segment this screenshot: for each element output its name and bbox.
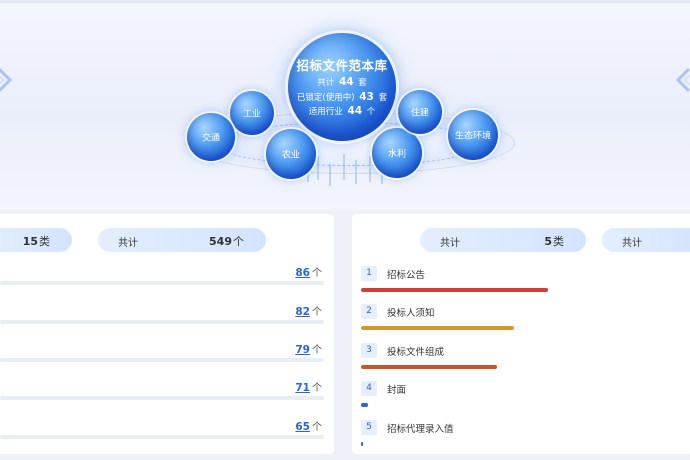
- row-name: 投标人须知: [387, 308, 435, 319]
- row-index: 5: [361, 420, 377, 435]
- progress-bar: [361, 288, 548, 292]
- row-index: 2: [361, 304, 377, 319]
- top-divider: [0, 0, 690, 3]
- list-item: 79 个: [0, 331, 334, 367]
- left-total-count-pill: 共计 549个: [98, 228, 266, 252]
- list-item[interactable]: 5 招标代理录入值: [352, 412, 690, 450]
- list-item[interactable]: 2 投标人须知: [352, 296, 690, 334]
- left-arrow-icon[interactable]: [0, 66, 14, 94]
- library-total: 共计 44 套: [317, 76, 367, 88]
- category-sphere-industry[interactable]: 工业: [230, 91, 274, 135]
- list-item: 65 个: [0, 408, 334, 444]
- left-stats-panel: 15类 共计 549个 86 个 82 个 79 个 71 个 65 个: [0, 214, 334, 454]
- list-item[interactable]: 1 招标公告: [352, 258, 690, 296]
- library-title: 招标文件范本库: [296, 58, 388, 73]
- hero-banner: 招标文件范本库 共计 44 套 已锁定(使用中) 43 套 适用行业 44 个 …: [0, 0, 690, 210]
- right-category-count-pill: 共计 5类: [420, 228, 586, 252]
- list-item[interactable]: 3 投标文件组成: [352, 335, 690, 373]
- row-index: 1: [361, 266, 377, 281]
- list-item: 86 个: [0, 254, 334, 290]
- category-sphere-ecology[interactable]: 生态环境: [448, 110, 498, 160]
- list-item[interactable]: 4 封面: [352, 373, 690, 411]
- row-index: 4: [361, 381, 377, 396]
- category-sphere-construction[interactable]: 住建: [398, 90, 442, 134]
- count-link[interactable]: 82: [295, 306, 310, 318]
- category-sphere-agriculture[interactable]: 农业: [266, 129, 316, 179]
- row-index: 3: [361, 343, 377, 358]
- right-arrow-icon[interactable]: [674, 66, 690, 94]
- list-item: 82 个: [0, 293, 334, 329]
- list-item: 71 个: [0, 369, 334, 405]
- count-link[interactable]: 79: [295, 344, 310, 356]
- row-name: 封面: [387, 385, 407, 396]
- library-industries: 适用行业 44 个: [308, 105, 376, 117]
- library-locked: 已锁定(使用中) 43 套: [296, 91, 388, 103]
- row-name: 招标公告: [387, 270, 426, 281]
- right-total-count-pill: 共计: [602, 228, 690, 252]
- progress-bar: [361, 442, 363, 446]
- progress-bar: [361, 326, 514, 330]
- template-library-sphere[interactable]: 招标文件范本库 共计 44 套 已锁定(使用中) 43 套 适用行业 44 个: [288, 33, 396, 141]
- right-stats-panel: 共计 5类 共计 1 招标公告 2 投标人须知 3 投标文件组成 4 封面 5 …: [352, 214, 690, 454]
- progress-bar: [361, 365, 497, 369]
- count-link[interactable]: 86: [295, 267, 310, 279]
- category-sphere-transport[interactable]: 交通: [187, 113, 235, 161]
- count-link[interactable]: 71: [295, 382, 310, 394]
- count-link[interactable]: 65: [295, 421, 310, 433]
- progress-bar: [361, 403, 368, 407]
- left-category-count-pill: 15类: [0, 228, 72, 252]
- category-sphere-water[interactable]: 水利: [372, 128, 422, 178]
- row-name: 投标文件组成: [387, 347, 445, 358]
- row-name: 招标代理录入值: [387, 424, 454, 435]
